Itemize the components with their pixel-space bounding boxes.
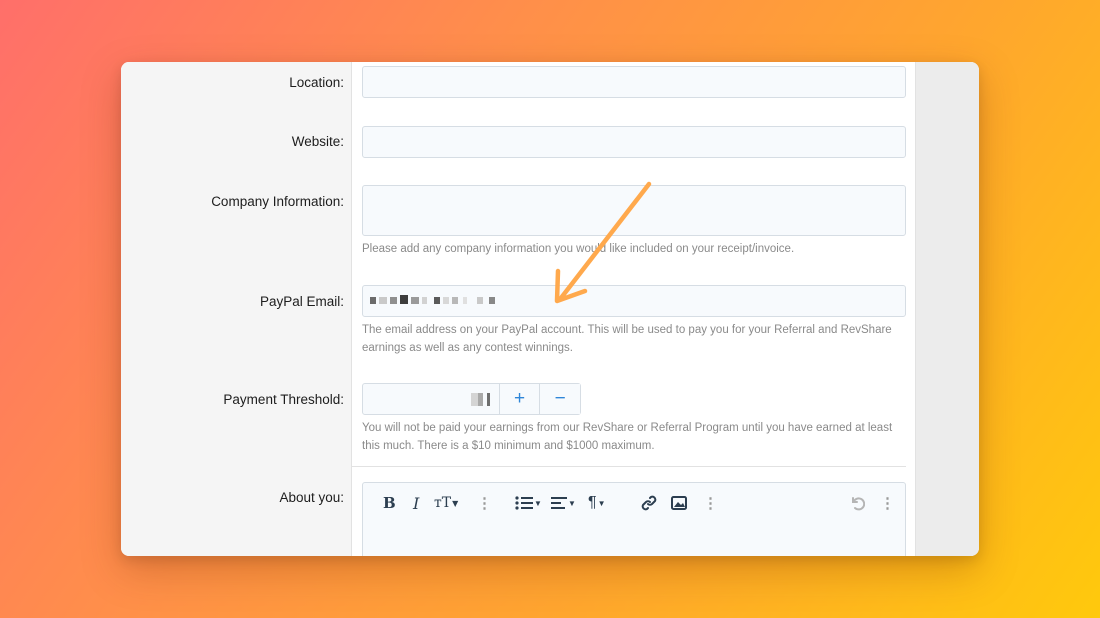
- paypal-email-label: PayPal Email:: [259, 294, 344, 309]
- list-icon[interactable]: ▼: [515, 493, 542, 513]
- more-icon[interactable]: ⋮: [477, 493, 492, 513]
- paragraph-glyph: ¶: [588, 494, 597, 511]
- text-size-glyph: тT: [434, 495, 452, 511]
- more-icon[interactable]: ⋮: [703, 493, 718, 513]
- link-icon[interactable]: [641, 493, 657, 513]
- more-icon[interactable]: ⋮: [880, 493, 895, 513]
- about-you-editor[interactable]: B I тT ▼ ⋮ ▼ ▼ ¶ ▼ ⋮ ⋮: [362, 482, 906, 556]
- company-info-label: Company Information:: [211, 194, 344, 209]
- location-input[interactable]: [362, 66, 906, 98]
- location-label: Location:: [289, 75, 344, 90]
- website-input[interactable]: [362, 126, 906, 158]
- image-icon[interactable]: [671, 493, 687, 513]
- increment-button[interactable]: +: [498, 384, 540, 414]
- paypal-email-hint: The email address on your PayPal account…: [362, 324, 892, 354]
- paragraph-icon[interactable]: ¶ ▼: [588, 493, 606, 513]
- right-gutter: [915, 62, 979, 556]
- section-divider: [352, 466, 906, 467]
- bold-icon[interactable]: B: [383, 493, 396, 513]
- decrement-button[interactable]: −: [539, 384, 580, 414]
- paypal-email-input[interactable]: [362, 285, 906, 317]
- payment-threshold-hint: You will not be paid your earnings from …: [362, 422, 893, 452]
- company-info-textarea[interactable]: [362, 185, 906, 236]
- payment-threshold-label: Payment Threshold:: [223, 392, 344, 407]
- undo-icon[interactable]: [849, 493, 865, 513]
- profile-form-card: Location: Website: Company Information: …: [121, 62, 979, 556]
- about-you-label: About you:: [279, 490, 344, 505]
- payment-threshold-input[interactable]: [363, 384, 499, 414]
- italic-icon[interactable]: I: [413, 493, 419, 513]
- website-label: Website:: [291, 134, 344, 149]
- company-info-hint: Please add any company information you w…: [362, 243, 795, 255]
- align-icon[interactable]: ▼: [551, 493, 576, 513]
- payment-threshold-stepper: + −: [362, 383, 581, 415]
- text-size-icon[interactable]: тT ▼: [434, 493, 458, 513]
